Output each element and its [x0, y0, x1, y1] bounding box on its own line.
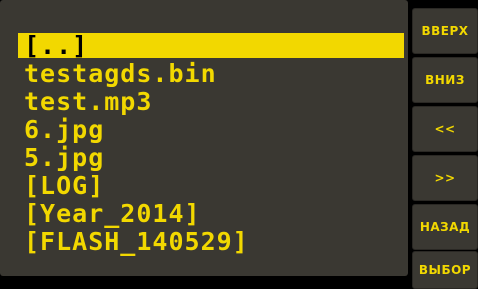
device-screen: [..] testagds.bin test.mp3 6.jpg 5.jpg [… — [0, 0, 478, 289]
back-button[interactable]: НАЗАД — [412, 204, 478, 250]
page-prev-button[interactable]: << — [412, 106, 478, 152]
file-browser-panel: [..] testagds.bin test.mp3 6.jpg 5.jpg [… — [0, 0, 408, 276]
folder-item-log[interactable]: [LOG] — [18, 173, 404, 198]
select-button[interactable]: ВЫБОР — [412, 251, 478, 289]
folder-item-flash-140529[interactable]: [FLASH_140529] — [18, 229, 404, 254]
folder-item-year-2014[interactable]: [Year_2014] — [18, 201, 404, 226]
file-item-parent-dir[interactable]: [..] — [18, 33, 404, 58]
page-next-button[interactable]: >> — [412, 155, 478, 201]
file-item-testagds-bin[interactable]: testagds.bin — [18, 61, 404, 86]
side-button-rail: ВВЕРХ ВНИЗ << >> НАЗАД ВЫБОР — [412, 0, 478, 289]
file-item-6-jpg[interactable]: 6.jpg — [18, 117, 404, 142]
up-button[interactable]: ВВЕРХ — [412, 8, 478, 54]
file-list: [..] testagds.bin test.mp3 6.jpg 5.jpg [… — [18, 33, 404, 257]
file-item-5-jpg[interactable]: 5.jpg — [18, 145, 404, 170]
file-item-test-mp3[interactable]: test.mp3 — [18, 89, 404, 114]
down-button[interactable]: ВНИЗ — [412, 57, 478, 103]
